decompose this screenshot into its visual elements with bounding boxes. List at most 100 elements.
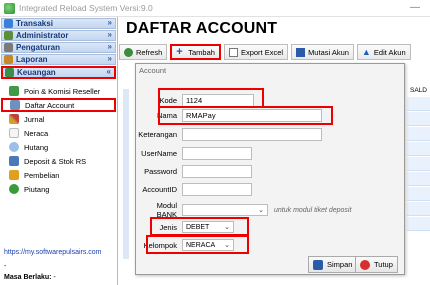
sidebar-item-poin-komisi[interactable]: Poin & Komisi Reseller — [0, 84, 117, 98]
accountid-row: AccountID — [136, 183, 252, 196]
sidebar-group-pengaturan[interactable]: Pengaturan » — [1, 42, 116, 53]
sidebar: Transaksi » Administrator » Pengaturan »… — [0, 17, 118, 285]
simpan-label: Simpan — [327, 260, 353, 269]
sidebar-group-keuangan[interactable]: Keuangan « — [1, 66, 116, 79]
username-row: UserName — [136, 147, 252, 160]
grid-row[interactable] — [407, 187, 430, 201]
password-row: Password — [136, 165, 252, 178]
accountid-label: AccountID — [142, 185, 177, 194]
window-title: Integrated Reload System Versi:9.0 — [19, 3, 153, 13]
sidebar-item-label: Piutang — [24, 184, 50, 194]
sidebar-item-label: Poin & Komisi Reseller — [24, 86, 101, 96]
sidebar-item-label: Hutang — [24, 142, 49, 152]
grid-row-indicator — [123, 89, 129, 259]
mutasi-icon — [296, 47, 306, 57]
grid-row[interactable] — [407, 97, 430, 111]
masa-berlaku-label: Masa Berlaku: — [4, 274, 52, 281]
list-icon — [10, 100, 20, 110]
grid-row[interactable] — [407, 172, 430, 186]
close-icon — [360, 259, 370, 270]
minimize-button[interactable]: — — [410, 2, 420, 13]
website-link[interactable]: https://my.softwarepulsairs.com — [4, 249, 102, 256]
keterangan-input[interactable] — [182, 128, 322, 141]
grid-row[interactable] — [407, 157, 430, 171]
jenis-highlight — [150, 217, 249, 236]
plus-icon: + — [176, 45, 183, 58]
accountid-input[interactable] — [182, 183, 252, 196]
mutasi-label: Mutasi Akun — [308, 47, 349, 57]
nama-highlight — [158, 106, 333, 125]
masa-berlaku-value: - — [53, 274, 56, 281]
app-icon — [4, 2, 15, 14]
sidebar-group-label: Laporan — [16, 55, 48, 64]
chevron-icon: « — [106, 67, 111, 76]
grid-row[interactable] — [407, 202, 430, 216]
sidebar-dash: - — [4, 263, 7, 270]
tutup-label: Tutup — [374, 260, 393, 269]
deposit-icon — [9, 156, 19, 166]
grid-row[interactable] — [407, 142, 430, 156]
sidebar-item-jurnal[interactable]: Jurnal — [0, 112, 117, 126]
chevron-icon: » — [107, 42, 112, 51]
document-icon — [228, 47, 238, 57]
dollar-icon — [9, 184, 19, 194]
administrator-icon — [4, 31, 13, 40]
grid-header-saldo: SALD — [410, 87, 427, 94]
sidebar-group-label: Pengaturan — [16, 43, 61, 52]
gear-icon — [4, 43, 13, 52]
sidebar-item-neraca[interactable]: Neraca — [0, 126, 117, 140]
tambah-button[interactable]: + Tambah — [170, 44, 221, 60]
sidebar-group-label: Administrator — [16, 31, 69, 40]
refresh-icon — [124, 47, 133, 57]
sidebar-group-administrator[interactable]: Administrator » — [1, 30, 116, 41]
chevron-icon: » — [107, 54, 112, 63]
sidebar-item-hutang[interactable]: Hutang — [0, 140, 117, 154]
refresh-label: Refresh — [136, 47, 163, 57]
refresh-icon — [9, 142, 19, 152]
sidebar-group-label: Keuangan — [17, 68, 56, 77]
sidebar-item-label: Neraca — [24, 128, 49, 138]
grid-row[interactable] — [407, 217, 430, 231]
cart-icon — [9, 170, 19, 180]
username-input[interactable] — [182, 147, 252, 160]
masa-berlaku: Masa Berlaku: - — [4, 274, 56, 281]
chevron-down-icon: ⌄ — [258, 207, 264, 214]
sidebar-item-deposit-stok[interactable]: Deposit & Stok RS — [0, 154, 117, 168]
edit-akun-button[interactable]: ▲ Edit Akun — [356, 44, 411, 60]
toolbar: Refresh + Tambah Export Excel Mutasi Aku… — [119, 42, 430, 62]
keterangan-label: Keterangan — [138, 130, 177, 139]
chevron-icon: » — [107, 30, 112, 39]
chevron-icon: » — [107, 18, 112, 27]
username-label: UserName — [141, 149, 177, 158]
keterangan-row: Keterangan — [136, 128, 322, 141]
sidebar-item-pembelian[interactable]: Pembelian — [0, 168, 117, 182]
modulbank-note: untuk modul tiket deposit — [274, 206, 352, 214]
password-label: Password — [144, 167, 177, 176]
password-input[interactable] — [182, 165, 252, 178]
transaksi-icon — [4, 19, 13, 28]
sidebar-item-piutang[interactable]: Piutang — [0, 182, 117, 196]
sidebar-group-laporan[interactable]: Laporan » — [1, 54, 116, 65]
refresh-button[interactable]: Refresh — [119, 44, 168, 60]
kelompok-highlight — [146, 235, 249, 254]
grid-row[interactable] — [407, 127, 430, 141]
simpan-button[interactable]: Simpan — [308, 256, 358, 273]
export-excel-button[interactable]: Export Excel — [223, 44, 289, 60]
sidebar-item-label: Deposit & Stok RS — [24, 156, 87, 166]
kode-highlight — [158, 88, 264, 108]
tambah-label: Tambah — [188, 47, 215, 57]
sidebar-item-label: Pembelian — [24, 170, 60, 180]
save-icon — [313, 259, 323, 270]
account-dialog: Account Kode 1124 Nama RMAPay Keterangan… — [135, 63, 405, 275]
sidebar-group-transaksi[interactable]: Transaksi » — [1, 18, 116, 29]
report-icon — [4, 55, 13, 64]
dialog-title: Account — [139, 66, 167, 75]
grid-row[interactable] — [407, 112, 430, 126]
mutasi-akun-button[interactable]: Mutasi Akun — [291, 44, 354, 60]
window-titlebar: Integrated Reload System Versi:9.0 — — [0, 0, 430, 17]
modulbank-select[interactable]: ⌄ — [182, 204, 268, 216]
tutup-button[interactable]: Tutup — [355, 256, 398, 273]
triangle-icon: ▲ — [361, 46, 371, 57]
sidebar-group-label: Transaksi — [16, 19, 53, 28]
sidebar-item-daftar-account[interactable]: Daftar Account — [1, 98, 116, 112]
